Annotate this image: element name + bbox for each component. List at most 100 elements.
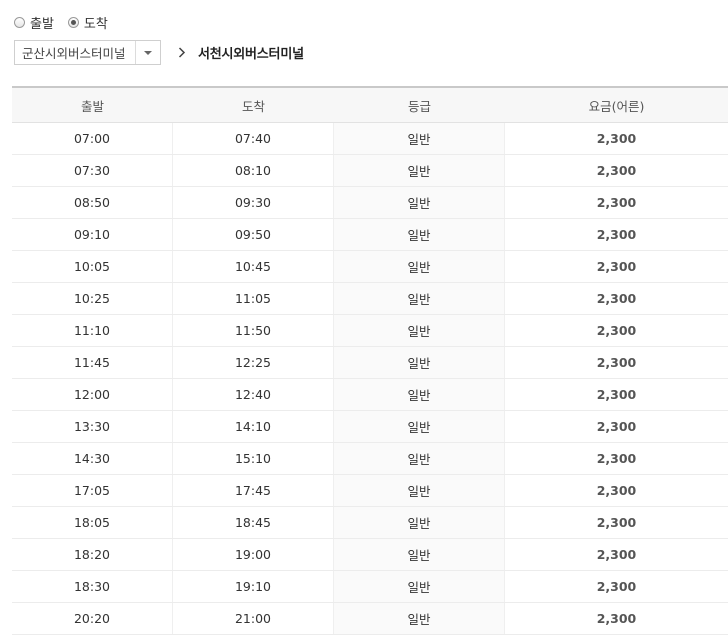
table-row: 12:00 12:40 일반 2,300 <box>12 379 728 411</box>
cell-departure-time: 10:25 <box>12 283 173 314</box>
cell-grade: 일반 <box>334 507 505 538</box>
destination-terminal: 서천시외버스터미널 <box>198 47 304 62</box>
table-row: 07:00 07:40 일반 2,300 <box>12 123 728 155</box>
cell-fare: 2,300 <box>596 355 637 370</box>
cell-arrival-time: 08:10 <box>173 155 334 186</box>
table-row: 18:30 19:10 일반 2,300 <box>12 571 728 603</box>
table-row: 17:05 17:45 일반 2,300 <box>12 475 728 507</box>
cell-arrival-time: 10:45 <box>173 251 334 282</box>
cell-grade: 일반 <box>334 475 505 506</box>
caret-down-icon <box>144 50 152 55</box>
cell-fare: 2,300 <box>596 419 637 434</box>
cell-departure-time: 12:00 <box>12 379 173 410</box>
table-row: 11:10 11:50 일반 2,300 <box>12 315 728 347</box>
cell-arrival-time: 12:40 <box>173 379 334 410</box>
cell-fare: 2,300 <box>596 451 637 466</box>
direction-radio-group: 출발 도착 <box>14 12 122 32</box>
cell-fare: 2,300 <box>596 131 637 146</box>
table-row: 08:50 09:30 일반 2,300 <box>12 187 728 219</box>
cell-arrival-time: 18:45 <box>173 507 334 538</box>
cell-fare: 2,300 <box>596 611 637 626</box>
cell-fare: 2,300 <box>596 579 637 594</box>
table-row: 18:05 18:45 일반 2,300 <box>12 507 728 539</box>
cell-grade: 일반 <box>334 539 505 570</box>
cell-fare: 2,300 <box>596 227 637 242</box>
radio-arrival[interactable]: 도착 <box>67 13 108 32</box>
table-body: 07:00 07:40 일반 2,300 07:30 08:10 일반 2,300 08:50 0… <box>12 123 728 635</box>
cell-grade: 일반 <box>334 187 505 218</box>
table-row: 20:20 21:00 일반 2,300 <box>12 603 728 635</box>
cell-grade: 일반 <box>334 155 505 186</box>
cell-fare: 2,300 <box>596 195 637 210</box>
timetable-page: 출발 도착 군산시외버스터미널 서천시외버스터미널 출발 도착 등급 요금(어른… <box>0 0 728 637</box>
chevron-right-icon <box>175 46 189 60</box>
cell-departure-time: 14:30 <box>12 443 173 474</box>
cell-fare: 2,300 <box>596 291 637 306</box>
cell-departure-time: 07:00 <box>12 123 173 154</box>
cell-departure-time: 08:50 <box>12 187 173 218</box>
cell-grade: 일반 <box>334 219 505 250</box>
cell-arrival-time: 12:25 <box>173 347 334 378</box>
cell-arrival-time: 07:40 <box>173 123 334 154</box>
cell-grade: 일반 <box>334 571 505 602</box>
cell-fare: 2,300 <box>596 515 637 530</box>
cell-arrival-time: 09:50 <box>173 219 334 250</box>
cell-departure-time: 09:10 <box>12 219 173 250</box>
table-row: 14:30 15:10 일반 2,300 <box>12 443 728 475</box>
timetable: 출발 도착 등급 요금(어른) 07:00 07:40 일반 2,300 07:30 08… <box>12 86 728 635</box>
radio-arrival-circle-icon[interactable] <box>67 16 79 28</box>
cell-fare: 2,300 <box>596 483 637 498</box>
cell-fare: 2,300 <box>596 259 637 274</box>
table-row: 09:10 09:50 일반 2,300 <box>12 219 728 251</box>
cell-grade: 일반 <box>334 603 505 634</box>
header-grade: 등급 <box>407 98 431 114</box>
header-departure: 출발 <box>80 98 104 114</box>
cell-departure-time: 20:20 <box>12 603 173 634</box>
table-row: 18:20 19:00 일반 2,300 <box>12 539 728 571</box>
cell-arrival-time: 14:10 <box>173 411 334 442</box>
cell-fare: 2,300 <box>596 163 637 178</box>
cell-departure-time: 18:05 <box>12 507 173 538</box>
cell-arrival-time: 15:10 <box>173 443 334 474</box>
cell-departure-time: 07:30 <box>12 155 173 186</box>
origin-terminal-select[interactable]: 군산시외버스터미널 <box>14 40 161 65</box>
cell-fare: 2,300 <box>596 547 637 562</box>
select-dropdown-button[interactable] <box>135 41 160 64</box>
cell-departure-time: 18:20 <box>12 539 173 570</box>
cell-grade: 일반 <box>334 443 505 474</box>
cell-departure-time: 10:05 <box>12 251 173 282</box>
cell-arrival-time: 09:30 <box>173 187 334 218</box>
cell-arrival-time: 19:10 <box>173 571 334 602</box>
cell-departure-time: 11:45 <box>12 347 173 378</box>
header-fare: 요금(어른) <box>588 98 645 114</box>
table-row: 07:30 08:10 일반 2,300 <box>12 155 728 187</box>
radio-departure-label[interactable]: 출발 <box>30 13 54 32</box>
radio-departure-circle-icon[interactable] <box>14 16 25 28</box>
table-row: 11:45 12:25 일반 2,300 <box>12 347 728 379</box>
radio-departure[interactable]: 출발 <box>14 13 54 32</box>
cell-arrival-time: 11:50 <box>173 315 334 346</box>
cell-arrival-time: 21:00 <box>173 603 334 634</box>
cell-grade: 일반 <box>334 283 505 314</box>
route-row: 군산시외버스터미널 서천시외버스터미널 <box>14 40 304 65</box>
table-header: 출발 도착 등급 요금(어른) <box>12 88 728 123</box>
cell-grade: 일반 <box>334 251 505 282</box>
cell-fare: 2,300 <box>596 387 637 402</box>
cell-grade: 일반 <box>334 123 505 154</box>
cell-departure-time: 17:05 <box>12 475 173 506</box>
header-arrival: 도착 <box>241 98 265 114</box>
radio-arrival-label[interactable]: 도착 <box>84 13 108 32</box>
cell-arrival-time: 17:45 <box>173 475 334 506</box>
origin-terminal-value[interactable]: 군산시외버스터미널 <box>15 43 135 62</box>
table-row: 10:25 11:05 일반 2,300 <box>12 283 728 315</box>
cell-departure-time: 11:10 <box>12 315 173 346</box>
table-row: 10:05 10:45 일반 2,300 <box>12 251 728 283</box>
cell-grade: 일반 <box>334 379 505 410</box>
cell-arrival-time: 19:00 <box>173 539 334 570</box>
cell-departure-time: 13:30 <box>12 411 173 442</box>
table-row: 13:30 14:10 일반 2,300 <box>12 411 728 443</box>
cell-departure-time: 18:30 <box>12 571 173 602</box>
cell-fare: 2,300 <box>596 323 637 338</box>
cell-grade: 일반 <box>334 411 505 442</box>
cell-grade: 일반 <box>334 347 505 378</box>
